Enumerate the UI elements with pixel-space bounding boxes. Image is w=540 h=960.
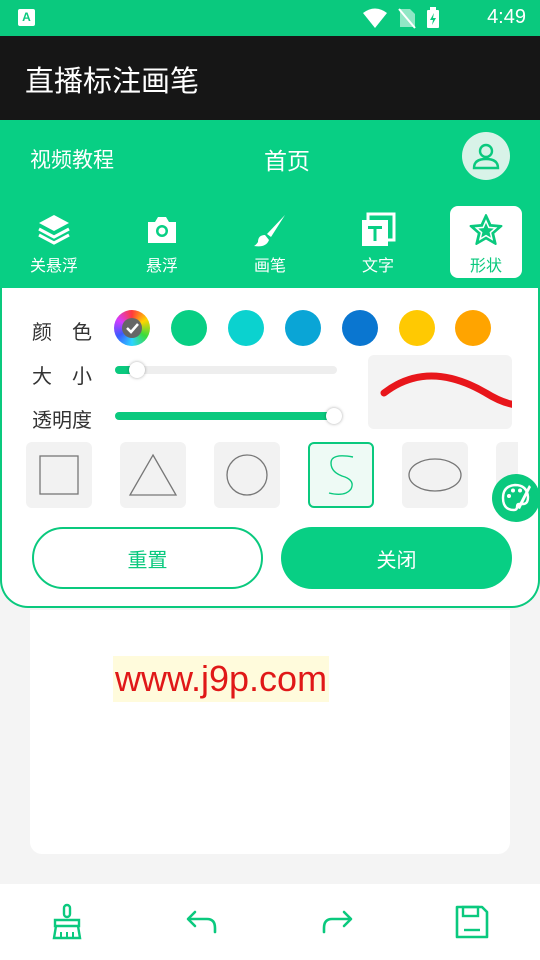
color-swatch[interactable] bbox=[455, 310, 491, 346]
palette-fab[interactable] bbox=[492, 474, 540, 522]
color-swatch[interactable] bbox=[228, 310, 264, 346]
opacity-label: 透明度 bbox=[32, 408, 92, 432]
size-slider[interactable] bbox=[115, 362, 337, 378]
battery-icon bbox=[427, 7, 439, 28]
ellipse-icon bbox=[408, 458, 462, 492]
status-bar: A 4:49 bbox=[0, 0, 540, 36]
app-title-bar: 直播标注画笔 bbox=[0, 36, 540, 120]
tool-text[interactable]: 文字 bbox=[342, 206, 414, 278]
tool-float[interactable]: 悬浮 bbox=[126, 206, 198, 278]
app-title: 直播标注画笔 bbox=[25, 64, 200, 98]
color-swatch[interactable] bbox=[399, 310, 435, 346]
user-icon bbox=[472, 143, 500, 170]
stroke-preview bbox=[368, 355, 512, 429]
size-label: 大 小 bbox=[32, 364, 92, 388]
text-icon bbox=[362, 212, 396, 246]
opacity-slider[interactable] bbox=[115, 408, 343, 424]
tool-close-float[interactable]: 关悬浮 bbox=[18, 206, 90, 278]
layers-icon bbox=[38, 215, 70, 245]
nav-row: 视频教程 首页 bbox=[0, 120, 540, 200]
color-label: 颜 色 bbox=[32, 320, 92, 344]
tool-brush[interactable]: 画笔 bbox=[234, 206, 306, 278]
check-icon bbox=[122, 318, 142, 338]
tool-label: 悬浮 bbox=[145, 256, 178, 275]
no-sim-icon bbox=[398, 8, 416, 29]
tool-label: 关悬浮 bbox=[29, 256, 78, 275]
triangle-icon bbox=[128, 453, 178, 496]
shape-ellipse-button[interactable] bbox=[402, 442, 468, 508]
video-tutorial-link[interactable]: 视频教程 bbox=[30, 144, 114, 174]
avatar[interactable] bbox=[462, 132, 510, 180]
tool-label: 形状 bbox=[469, 256, 502, 275]
color-picker-wheel[interactable] bbox=[114, 310, 150, 346]
square-icon bbox=[39, 455, 79, 495]
app-notification-icon: A bbox=[18, 9, 35, 26]
palette-icon bbox=[501, 483, 531, 512]
opacity-slider-thumb[interactable] bbox=[326, 408, 343, 424]
drawing-canvas[interactable]: www.j9p.com bbox=[30, 610, 510, 854]
broom-icon[interactable] bbox=[47, 902, 87, 942]
bottom-action-bar bbox=[0, 884, 540, 960]
circle-icon bbox=[226, 454, 268, 496]
tool-label: 画笔 bbox=[253, 256, 286, 275]
home-tab[interactable]: 首页 bbox=[264, 142, 310, 176]
shape-freehand-button[interactable] bbox=[308, 442, 374, 508]
freehand-curve-icon bbox=[328, 455, 354, 496]
header: 视频教程 首页 关悬浮 悬浮 画笔 文字 形状 bbox=[0, 120, 540, 310]
save-icon[interactable] bbox=[452, 902, 492, 942]
shape-square-button[interactable] bbox=[26, 442, 92, 508]
watermark-text: www.j9p.com bbox=[113, 656, 330, 702]
shape-circle-button[interactable] bbox=[214, 442, 280, 508]
color-swatch[interactable] bbox=[171, 310, 207, 346]
brush-icon bbox=[254, 215, 285, 247]
star-icon bbox=[469, 214, 503, 245]
shape-triangle-button[interactable] bbox=[120, 442, 186, 508]
reset-button[interactable]: 重置 bbox=[32, 527, 263, 589]
tool-shape[interactable]: 形状 bbox=[450, 206, 522, 278]
toolbar: 关悬浮 悬浮 画笔 文字 形状 bbox=[0, 206, 540, 280]
size-slider-thumb[interactable] bbox=[129, 362, 146, 378]
redo-icon[interactable] bbox=[317, 902, 357, 942]
close-button[interactable]: 关闭 bbox=[281, 527, 512, 589]
camera-icon bbox=[148, 217, 176, 243]
tool-label: 文字 bbox=[361, 256, 394, 275]
opacity-slider-fill bbox=[115, 412, 335, 420]
status-time: 4:49 bbox=[487, 6, 526, 28]
color-swatch[interactable] bbox=[342, 310, 378, 346]
shape-settings-panel: 颜 色 大 小 透明度 重置 关闭 bbox=[0, 288, 540, 608]
wifi-icon bbox=[363, 8, 387, 28]
color-swatch[interactable] bbox=[285, 310, 321, 346]
undo-icon[interactable] bbox=[182, 902, 222, 942]
